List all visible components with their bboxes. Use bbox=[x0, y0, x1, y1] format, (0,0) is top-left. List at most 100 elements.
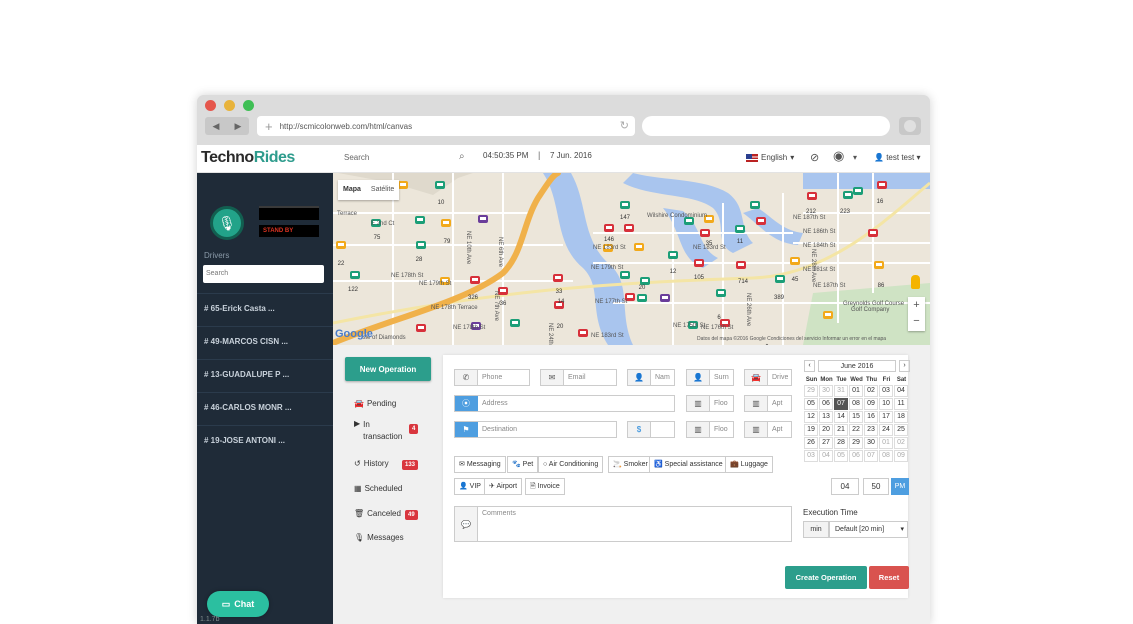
calendar-day[interactable]: 30 bbox=[819, 385, 833, 397]
vehicle-marker[interactable] bbox=[750, 201, 760, 209]
nav-history[interactable]: ↺ History bbox=[354, 459, 389, 468]
map-type-map[interactable]: Mapa bbox=[338, 180, 366, 200]
calendar-day[interactable]: 17 bbox=[879, 411, 893, 423]
reset-button[interactable]: Reset bbox=[869, 566, 909, 589]
forward-arrow-icon[interactable]: ▶ bbox=[235, 121, 242, 132]
vehicle-marker[interactable] bbox=[735, 225, 745, 233]
vehicle-marker[interactable] bbox=[336, 241, 346, 249]
vehicle-marker[interactable] bbox=[775, 275, 785, 283]
vehicle-marker[interactable] bbox=[877, 181, 887, 189]
destination-floor-field[interactable]: ▥ Floo bbox=[686, 421, 734, 438]
option-pet[interactable]: 🐾 Pet bbox=[507, 456, 539, 473]
calendar-day[interactable]: 02 bbox=[864, 385, 878, 397]
vehicle-marker[interactable] bbox=[578, 329, 588, 337]
comments-field[interactable]: 💬 Comments bbox=[454, 506, 792, 542]
option-luggage[interactable]: 💼 Luggage bbox=[725, 456, 773, 473]
email-field[interactable]: ✉ Email bbox=[540, 369, 617, 386]
nav-messages[interactable]: 🎙 Messages bbox=[354, 533, 404, 542]
calendar-day[interactable]: 26 bbox=[804, 437, 818, 449]
nav-canceled[interactable]: 🗑 Canceled bbox=[354, 509, 401, 518]
eye-chevron-down-icon[interactable]: ▾ bbox=[853, 153, 857, 162]
vehicle-marker[interactable] bbox=[637, 294, 647, 302]
nav-scheduled[interactable]: ▦ Scheduled bbox=[354, 484, 402, 493]
vehicle-marker[interactable] bbox=[435, 181, 445, 189]
calendar-day[interactable]: 20 bbox=[819, 424, 833, 436]
vehicle-marker[interactable] bbox=[415, 216, 425, 224]
eye-icon[interactable]: ◉ bbox=[833, 148, 844, 164]
maximize-window-dot[interactable] bbox=[243, 100, 254, 111]
calendar-day[interactable]: 03 bbox=[879, 385, 893, 397]
top-search-input[interactable]: Search bbox=[344, 153, 369, 162]
microphone-icon[interactable]: 🎙 bbox=[210, 206, 244, 240]
calendar-day[interactable]: 30 bbox=[864, 437, 878, 449]
phone-field[interactable]: ✆ Phone bbox=[454, 369, 530, 386]
calendar-day[interactable]: 19 bbox=[804, 424, 818, 436]
vehicle-marker[interactable] bbox=[843, 191, 853, 199]
driver-field[interactable]: 🚘 Drive bbox=[744, 369, 792, 386]
calendar-month[interactable]: June 2016 bbox=[818, 360, 896, 372]
map-zoom-control[interactable]: + − bbox=[908, 297, 925, 331]
address-apt-field[interactable]: ▥ Apt bbox=[744, 395, 792, 412]
vehicle-marker[interactable] bbox=[660, 294, 670, 302]
vehicle-marker[interactable] bbox=[756, 217, 766, 225]
driver-item[interactable]: # 13-GUADALUPE P ... bbox=[197, 359, 333, 392]
calendar-day[interactable]: 13 bbox=[819, 411, 833, 423]
language-selector[interactable]: English ▾ bbox=[746, 153, 794, 162]
calendar-day[interactable]: 06 bbox=[849, 450, 863, 462]
vehicle-marker[interactable] bbox=[634, 243, 644, 251]
vehicle-marker[interactable] bbox=[620, 271, 630, 279]
vehicle-marker[interactable] bbox=[790, 257, 800, 265]
address-field[interactable]: ⦿ Address bbox=[454, 395, 675, 412]
close-window-dot[interactable] bbox=[205, 100, 216, 111]
calendar-day[interactable]: 21 bbox=[834, 424, 848, 436]
calendar-prev-button[interactable]: ‹ bbox=[804, 360, 815, 372]
calendar-next-button[interactable]: › bbox=[899, 360, 910, 372]
vehicle-marker[interactable] bbox=[441, 219, 451, 227]
vehicle-marker[interactable] bbox=[868, 229, 878, 237]
zoom-out-icon[interactable]: − bbox=[908, 313, 925, 329]
option-vip[interactable]: 👤 VIP bbox=[454, 478, 486, 495]
calendar-day[interactable]: 24 bbox=[879, 424, 893, 436]
calendar-day[interactable]: 04 bbox=[894, 385, 908, 397]
calendar-day[interactable]: 04 bbox=[819, 450, 833, 462]
calendar-day[interactable]: 18 bbox=[894, 411, 908, 423]
url-bar[interactable]: + http://scmicolonweb.com/html/canvas ↻ bbox=[257, 116, 635, 136]
vehicle-marker[interactable] bbox=[700, 229, 710, 237]
vehicle-marker[interactable] bbox=[668, 251, 678, 259]
calendar-day[interactable]: 07 bbox=[834, 398, 848, 410]
option-air-conditioning[interactable]: ○ Air Conditioning bbox=[538, 456, 604, 473]
pegman-icon[interactable] bbox=[911, 275, 920, 289]
map-type-toggle[interactable]: Mapa Satélite bbox=[338, 180, 400, 200]
vehicle-marker[interactable] bbox=[510, 319, 520, 327]
nav-pending[interactable]: 🚘 Pending bbox=[354, 399, 396, 408]
calendar-day[interactable]: 09 bbox=[894, 450, 908, 462]
vehicle-marker[interactable] bbox=[624, 224, 634, 232]
chat-button[interactable]: ▭ Chat bbox=[207, 591, 269, 617]
vehicle-marker[interactable] bbox=[604, 224, 614, 232]
minimize-window-dot[interactable] bbox=[224, 100, 235, 111]
minute-input[interactable]: 50 bbox=[863, 478, 889, 495]
address-floor-field[interactable]: ▥ Floo bbox=[686, 395, 734, 412]
option-smoker[interactable]: 🚬 Smoker bbox=[608, 456, 653, 473]
user-menu[interactable]: 👤 test test ▾ bbox=[874, 153, 920, 162]
option-airport[interactable]: ✈ Airport bbox=[484, 478, 523, 495]
calendar-day[interactable]: 03 bbox=[804, 450, 818, 462]
vehicle-marker[interactable] bbox=[807, 192, 817, 200]
vehicle-marker[interactable] bbox=[874, 261, 884, 269]
vehicle-marker[interactable] bbox=[553, 274, 563, 282]
calendar-day[interactable]: 01 bbox=[849, 385, 863, 397]
calendar-day[interactable]: 08 bbox=[849, 398, 863, 410]
surname-field[interactable]: 👤 Surn bbox=[686, 369, 734, 386]
new-operation-button[interactable]: New Operation bbox=[345, 357, 431, 381]
reload-icon[interactable]: ↻ bbox=[620, 119, 629, 132]
calendar-day[interactable]: 29 bbox=[804, 385, 818, 397]
calendar-day[interactable]: 10 bbox=[879, 398, 893, 410]
calendar-day[interactable]: 07 bbox=[864, 450, 878, 462]
vehicle-marker[interactable] bbox=[416, 324, 426, 332]
option-special-assistance[interactable]: ♿ Special assistance bbox=[649, 456, 728, 473]
option-messaging[interactable]: ✉ Messaging bbox=[454, 456, 506, 473]
map-type-satellite[interactable]: Satélite bbox=[366, 180, 399, 200]
vehicle-marker[interactable] bbox=[620, 201, 630, 209]
compass-icon[interactable]: ⊘ bbox=[810, 151, 819, 164]
vehicle-marker[interactable] bbox=[716, 289, 726, 297]
